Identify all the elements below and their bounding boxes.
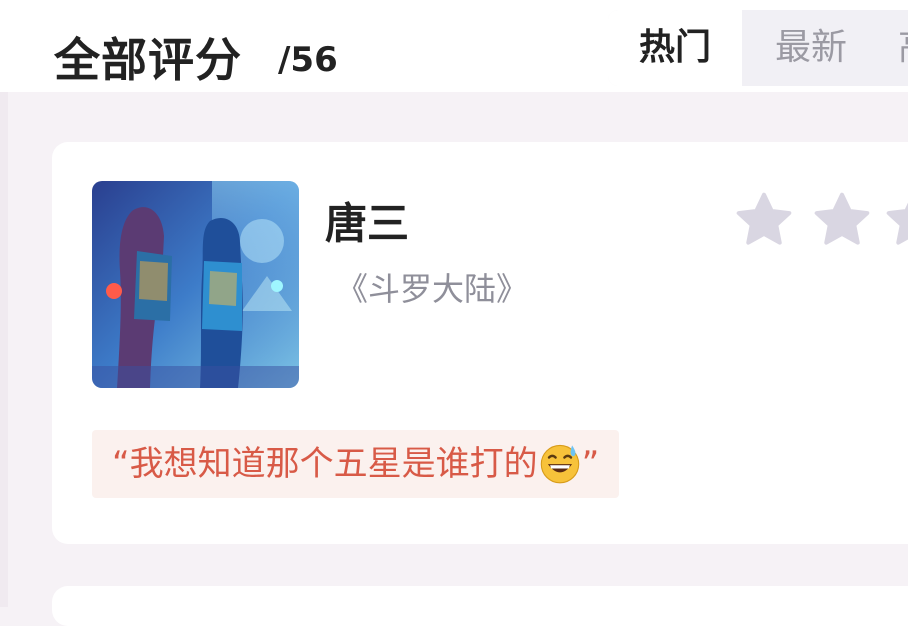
star-icon xyxy=(814,192,870,245)
character-avatar[interactable] xyxy=(92,181,299,388)
review-quote: “我想知道那个五星是谁打的 ” xyxy=(92,430,620,498)
grinning-sweat-emoji-icon xyxy=(540,444,579,483)
quote-open-mark: “ xyxy=(112,444,130,484)
sort-tabs: 热门 最新 高 xyxy=(608,10,908,86)
work-title[interactable]: 《斗罗大陆》 xyxy=(336,264,528,310)
review-card-next[interactable] xyxy=(52,586,908,626)
quote-text: 我想知道那个五星是谁打的 xyxy=(129,444,538,484)
star-icon xyxy=(886,202,908,245)
rating-count: /56 xyxy=(278,40,338,80)
left-edge xyxy=(0,92,8,607)
page-title: 全部评分 xyxy=(54,33,242,87)
tab-hot[interactable]: 热门 xyxy=(608,10,742,86)
quote-close-mark: ” xyxy=(581,444,600,484)
tab-high[interactable]: 高 xyxy=(896,10,908,86)
tab-latest[interactable]: 最新 xyxy=(756,10,866,86)
star-icon xyxy=(736,192,792,245)
character-name[interactable]: 唐三 xyxy=(325,190,409,251)
avatar-artwork xyxy=(92,181,299,388)
